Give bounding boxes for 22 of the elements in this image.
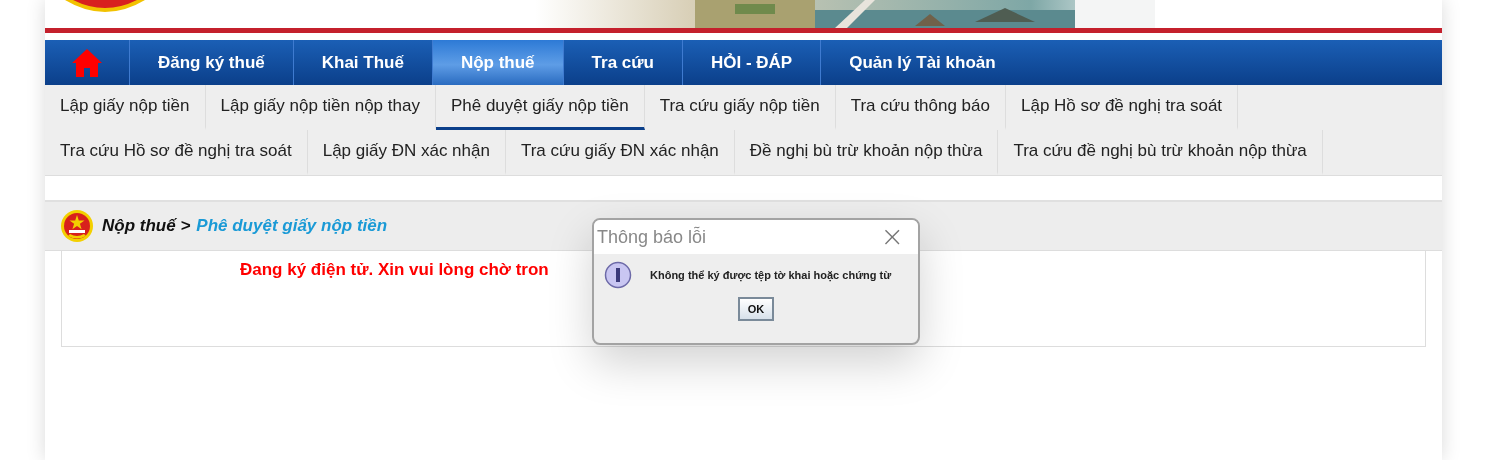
submenu-tab[interactable]: Tra cứu thông báo <box>835 85 1006 130</box>
breadcrumb-section: Nộp thuế > <box>102 216 191 236</box>
submenu-tab[interactable]: Lập giấy nộp tiền nộp thay <box>205 85 436 130</box>
logo-icon <box>65 0 145 12</box>
submenu-tab[interactable]: Tra cứu giấy ĐN xác nhận <box>505 130 735 175</box>
dialog-message: Không thể ký được tệp tờ khai hoặc chứng từ <box>650 269 892 281</box>
menu-tab[interactable]: Quản lý Tài khoản <box>821 40 1024 85</box>
submenu-tab[interactable]: Đề nghị bù trừ khoản nộp thừa <box>734 130 999 175</box>
submenu-tab[interactable]: Lập giấy nộp tiền <box>45 85 206 130</box>
submenu-tab[interactable]: Lập Hồ sơ đề nghị tra soát <box>1005 85 1239 130</box>
ok-button[interactable]: OK <box>737 297 775 321</box>
submenu-tab[interactable]: Phê duyệt giấy nộp tiền <box>435 85 645 130</box>
home-icon <box>71 47 103 78</box>
submenu-tab[interactable]: Tra cứu giấy nộp tiền <box>644 85 836 130</box>
submenu-tab[interactable]: Lập giấy ĐN xác nhận <box>307 130 506 175</box>
dialog-title: Thông báo lỗi <box>597 226 707 248</box>
submenu-tab[interactable]: Tra cứu đề nghị bù trừ khoản nộp thừa <box>998 130 1323 175</box>
submenu-tab[interactable]: Tra cứu Hồ sơ đề nghị tra soát <box>45 130 308 175</box>
status-message: Đang ký điện tử. Xin vui lòng chờ tron <box>240 260 549 279</box>
emblem-icon <box>60 209 94 243</box>
close-button[interactable]: × <box>866 223 918 251</box>
info-icon <box>604 261 632 289</box>
